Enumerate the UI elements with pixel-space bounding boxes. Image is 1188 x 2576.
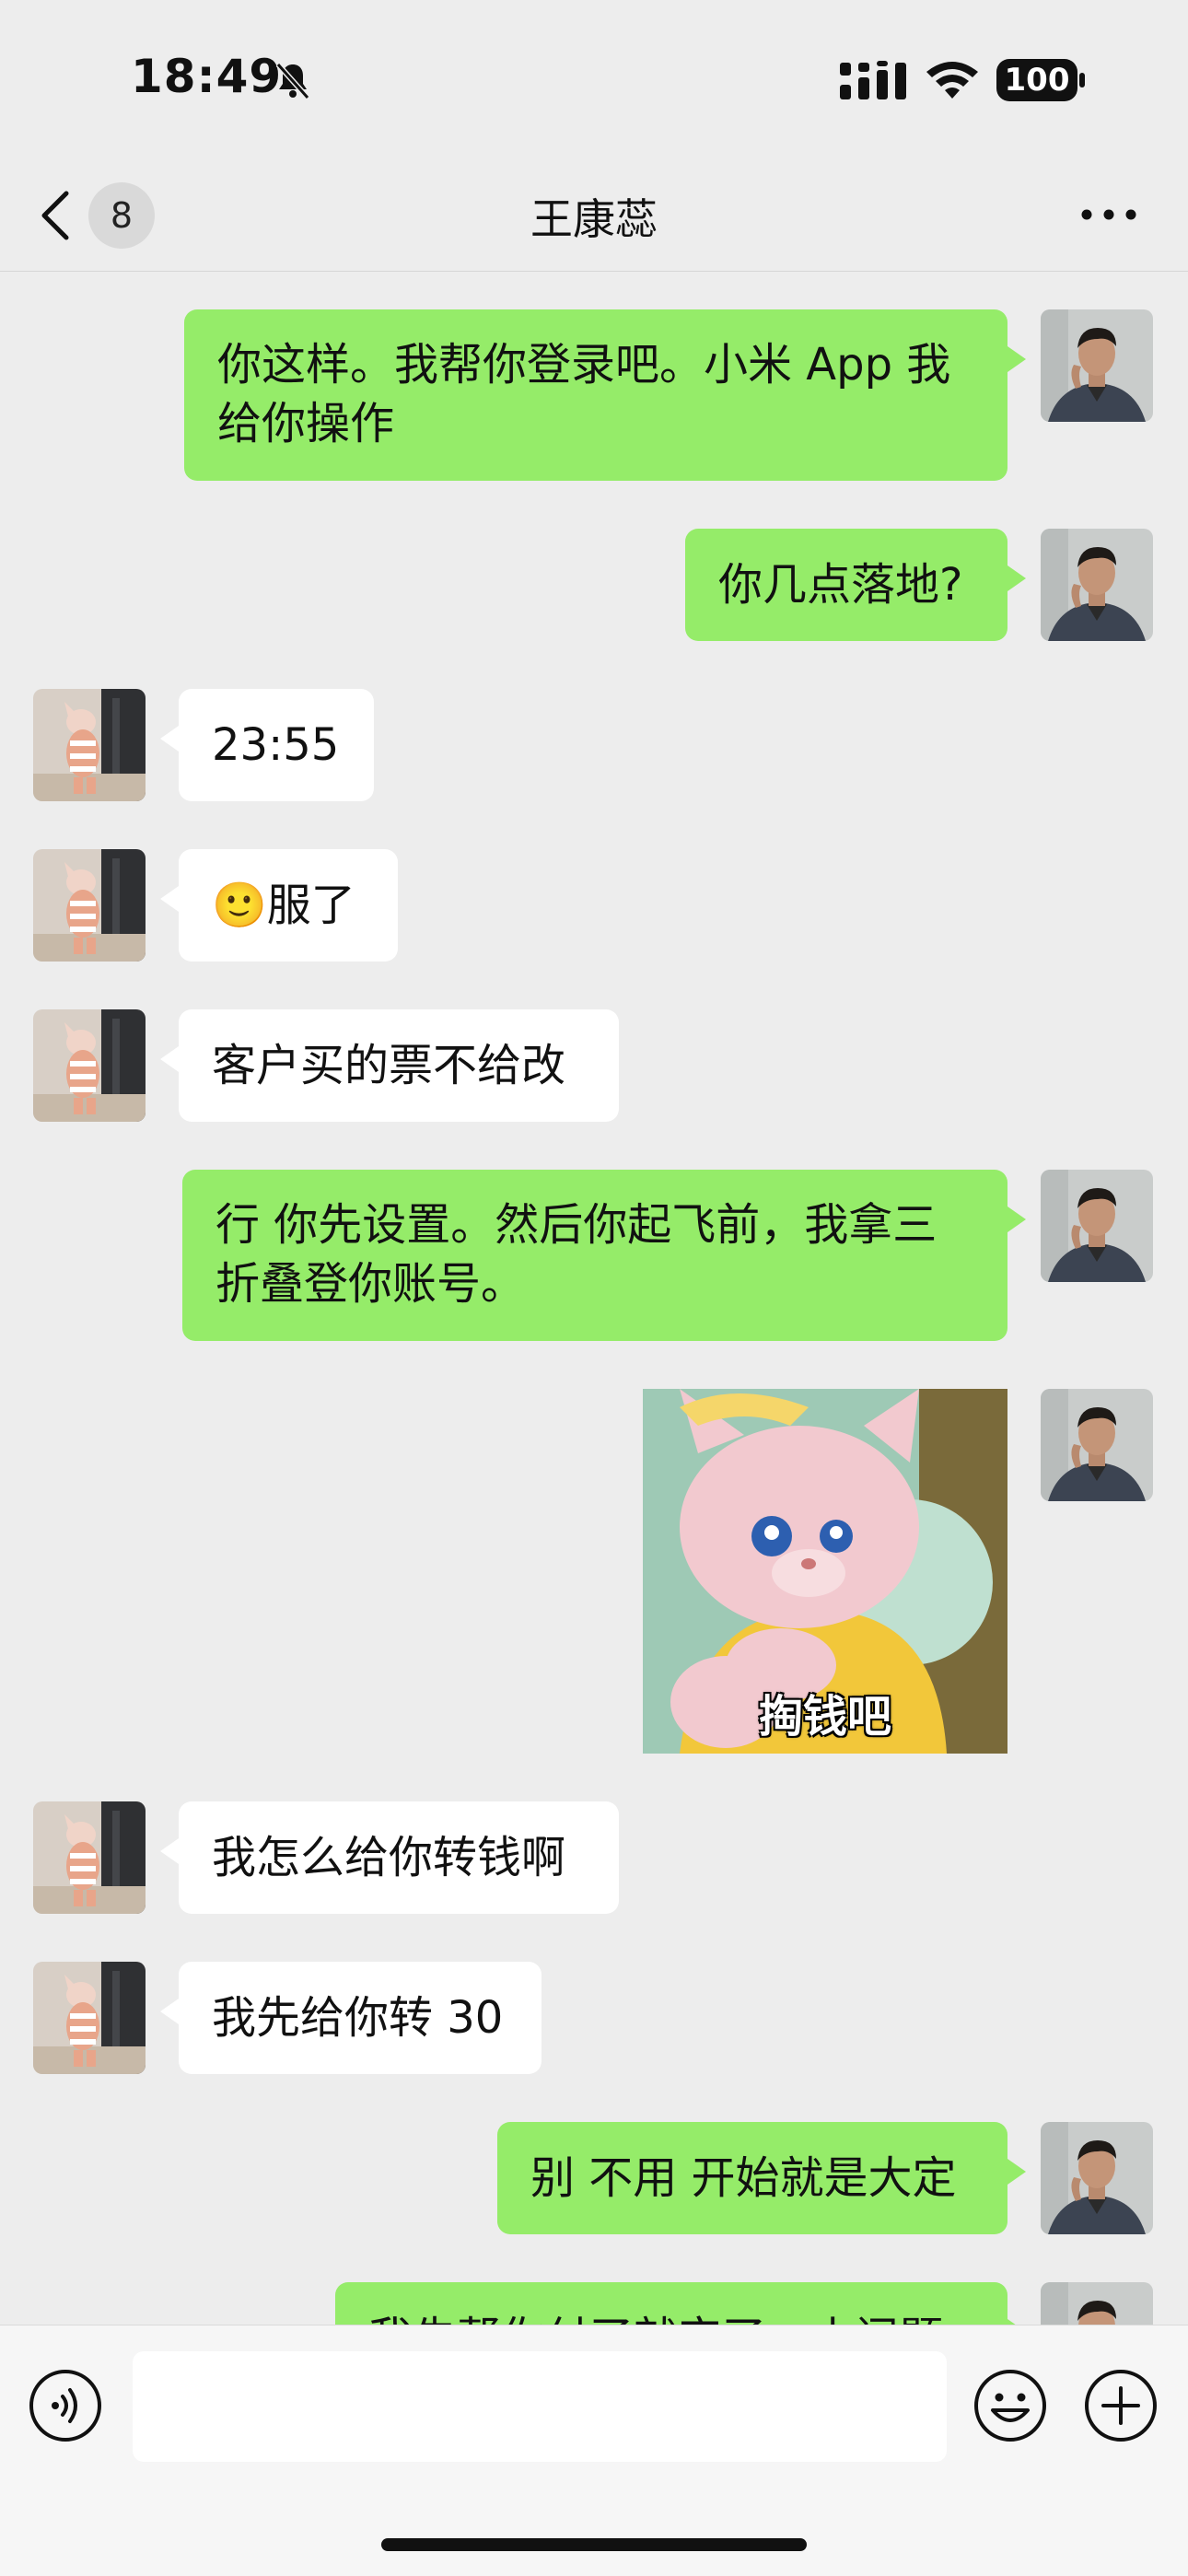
mute-bell-icon	[275, 63, 310, 99]
avatar-self[interactable]	[1041, 2122, 1153, 2234]
message-list[interactable]: 你这样。我帮你登录吧。小米 App 我 给你操作 你几点落地? 23:55 🙂服…	[0, 271, 1188, 2325]
message-text-line: 行 你先设置。然后你起飞前，我拿三	[215, 1199, 938, 1251]
status-time: 18:49	[131, 50, 283, 103]
plus-icon[interactable]	[1083, 2368, 1159, 2443]
message-text-line: 折叠登你账号。	[215, 1258, 526, 1310]
cellular-signal-icon	[840, 61, 906, 99]
status-bar: 18:49 100	[0, 0, 1188, 157]
smiley-emoji: 🙂	[212, 880, 267, 931]
chat-header: 8 王康蕊	[0, 157, 1188, 272]
avatar-self[interactable]	[1041, 1389, 1153, 1501]
wifi-icon	[926, 62, 978, 99]
smiley-icon[interactable]	[973, 2368, 1048, 2443]
message-text-line: 我先给你转 30	[212, 1992, 504, 2044]
message-bubble-outgoing[interactable]: 别 不用 开始就是大定	[497, 2122, 1026, 2234]
message-bubble-incoming[interactable]: 我先给你转 30	[160, 1962, 542, 2074]
message-bubble-incoming[interactable]: 客户买的票不给改	[160, 1009, 619, 1122]
message-text-line: 我怎么给你转钱啊	[212, 1832, 566, 1883]
avatar-self[interactable]	[1041, 2282, 1153, 2325]
page-title: 王康蕊	[530, 194, 658, 244]
message-bubble-outgoing[interactable]: 我先帮你付了就完了，小问题	[335, 2282, 1026, 2325]
message-text-line: 客户买的票不给改	[212, 1040, 566, 1091]
voice-icon[interactable]	[28, 2368, 103, 2443]
message-text-line: 你几点落地?	[718, 559, 963, 611]
message-input[interactable]	[133, 2351, 947, 2462]
battery-level: 100	[1004, 62, 1070, 99]
ellipsis-icon[interactable]	[1079, 201, 1138, 228]
home-indicator[interactable]	[381, 2538, 807, 2551]
message-text-line: 你这样。我帮你登录吧。小米 App 我	[217, 339, 951, 390]
message-text-line: 给你操作	[217, 398, 395, 449]
avatar-contact[interactable]	[33, 1962, 146, 2074]
sticker-message[interactable]: 掏钱吧	[643, 1389, 1007, 1754]
message-text-line: 我先帮你付了就完了，小问题	[368, 2309, 974, 2325]
message-bubble-outgoing[interactable]: 行 你先设置。然后你起飞前，我拿三 折叠登你账号。	[182, 1170, 1026, 1341]
avatar-self[interactable]	[1041, 309, 1153, 422]
avatar-contact[interactable]	[33, 849, 146, 962]
avatar-contact[interactable]	[33, 689, 146, 801]
message-text-line: 别 不用 开始就是大定	[530, 2152, 957, 2204]
message-text-line: 23:55	[212, 719, 340, 771]
sticker-caption: 掏钱吧	[758, 1691, 891, 1743]
avatar-self[interactable]	[1041, 529, 1153, 641]
message-bubble-outgoing[interactable]: 你几点落地?	[685, 529, 1026, 641]
avatar-contact[interactable]	[33, 1009, 146, 1122]
message-bubble-incoming[interactable]: 我怎么给你转钱啊	[160, 1801, 619, 1914]
message-bubble-incoming[interactable]: 🙂服了	[160, 849, 398, 962]
message-text-line: 服了	[266, 880, 355, 931]
avatar-self[interactable]	[1041, 1170, 1153, 1282]
message-bubble-incoming[interactable]: 23:55	[160, 689, 374, 801]
message-bubble-outgoing[interactable]: 你这样。我帮你登录吧。小米 App 我 给你操作	[184, 309, 1026, 481]
avatar-contact[interactable]	[33, 1801, 146, 1914]
